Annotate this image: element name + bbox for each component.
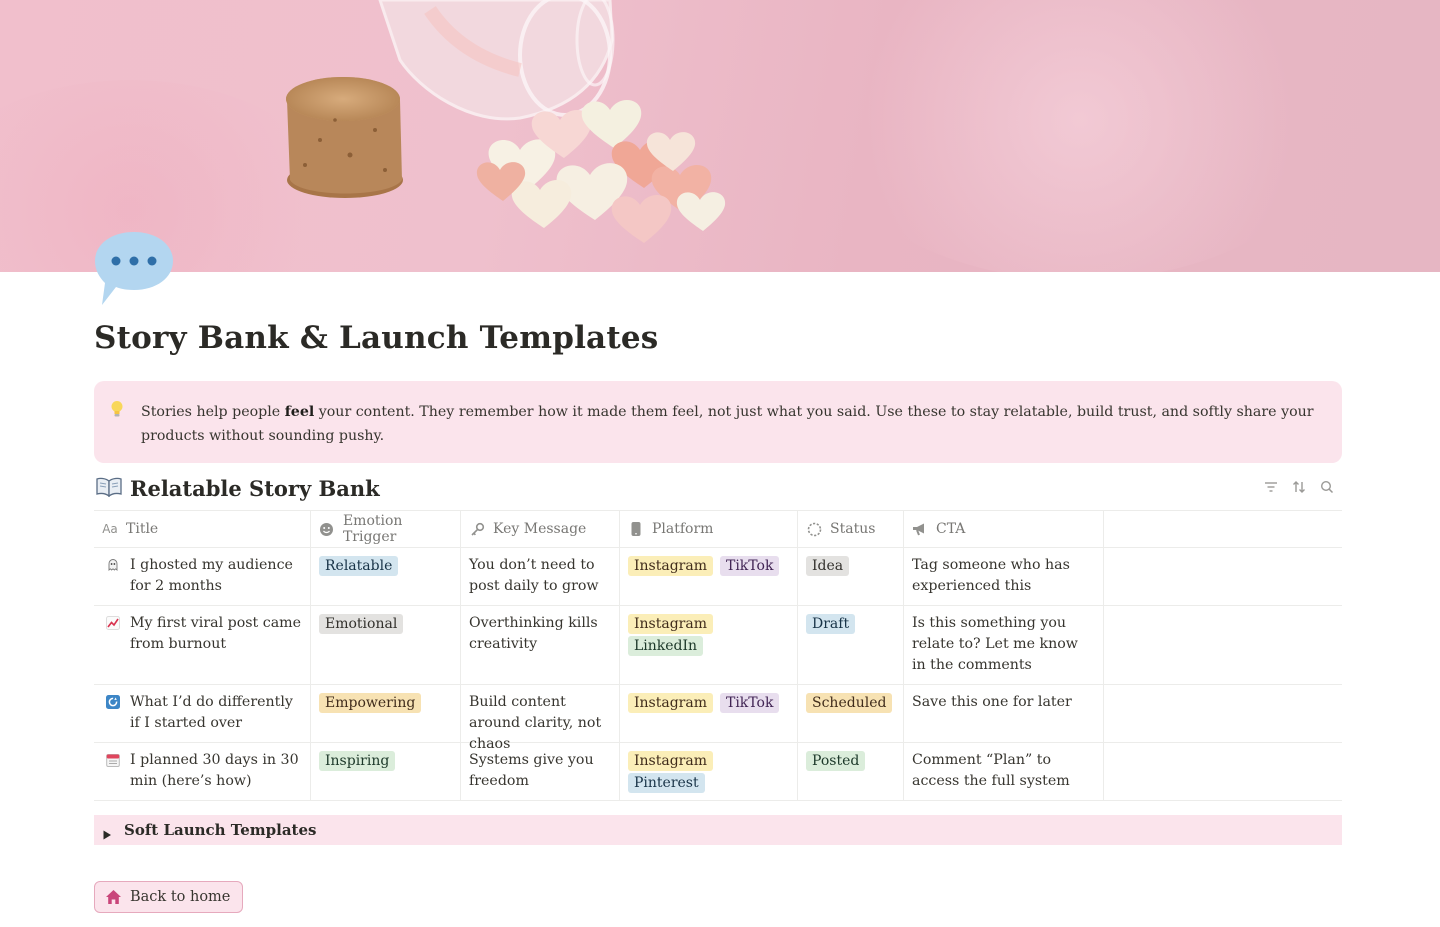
cell-cta[interactable]: Comment “Plan” to access the full system <box>904 743 1104 800</box>
search-icon[interactable] <box>1318 478 1336 496</box>
platform-tag: TikTok <box>719 556 780 576</box>
cell-key-message[interactable]: You don’t need to post daily to grow <box>461 548 620 605</box>
megaphone-icon <box>912 521 928 537</box>
cell-empty <box>1104 606 1342 684</box>
status-tag: Posted <box>806 751 866 771</box>
story-bank-table: Aa Title Emotion Trigger Key Message Pla… <box>94 510 1342 801</box>
cell-cta[interactable]: Tag someone who has experienced this <box>904 548 1104 605</box>
platform-tag: Instagram <box>628 556 713 576</box>
callout-text-part: Stories help people <box>141 404 285 420</box>
column-header-title[interactable]: Aa Title <box>94 511 311 547</box>
open-book-icon <box>96 477 124 499</box>
column-header-platform[interactable]: Platform <box>620 511 798 547</box>
cell-status[interactable]: Scheduled <box>798 685 904 742</box>
page-title: Story Bank & Launch Templates <box>94 320 659 356</box>
column-label: Platform <box>652 521 714 537</box>
table-row[interactable]: What I’d do differently if I started ove… <box>94 685 1342 752</box>
back-button-label: Back to home <box>130 889 231 905</box>
column-label: Status <box>830 521 876 537</box>
platform-tag: Pinterest <box>628 773 705 793</box>
emotion-tag: Inspiring <box>319 751 396 771</box>
cell-emotion[interactable]: Empowering <box>311 685 461 742</box>
column-label: CTA <box>936 521 966 537</box>
callout-bold-text: feel <box>284 404 315 420</box>
sort-icon[interactable] <box>1290 478 1308 496</box>
column-header-spacer <box>1104 511 1342 547</box>
row-title: My first viral post came from burnout <box>130 615 301 652</box>
column-label: Emotion Trigger <box>342 513 403 545</box>
cell-title[interactable]: I planned 30 days in 30 min (here’s how) <box>94 743 311 800</box>
emotion-tag: Emotional <box>319 614 404 634</box>
lightbulb-icon <box>110 400 124 418</box>
status-tag: Idea <box>806 556 850 576</box>
cell-platform[interactable]: Instagram TikTok <box>620 685 798 742</box>
column-header-status[interactable]: Status <box>798 511 904 547</box>
status-circle-icon <box>806 521 822 537</box>
calendar-icon <box>106 753 120 767</box>
platform-tag: Instagram <box>628 693 713 713</box>
key-icon <box>469 521 485 537</box>
cell-status[interactable]: Draft <box>798 606 904 684</box>
cell-status[interactable]: Posted <box>798 743 904 800</box>
back-to-home-button[interactable]: Back to home <box>94 881 244 913</box>
filter-icon[interactable] <box>1262 478 1280 496</box>
cell-key-message[interactable]: Build content around clarity, not chaos <box>461 685 620 752</box>
callout-text: Stories help people feel your content. T… <box>141 404 1314 444</box>
cell-cta[interactable]: Save this one for later <box>904 685 1104 742</box>
platform-tag: LinkedIn <box>628 636 704 656</box>
cell-empty <box>1104 548 1342 605</box>
cell-empty <box>1104 743 1342 800</box>
database-header: Relatable Story Bank <box>96 474 380 502</box>
table-row[interactable]: I planned 30 days in 30 min (here’s how)… <box>94 743 1342 801</box>
table-header: Aa Title Emotion Trigger Key Message Pla… <box>94 510 1342 548</box>
counterclockwise-arrows-icon <box>106 695 120 709</box>
cell-cta[interactable]: Is this something you relate to? Let me … <box>904 606 1104 684</box>
cell-platform[interactable]: InstagramLinkedIn <box>620 606 798 684</box>
platform-tag: TikTok <box>719 693 780 713</box>
database-toolbar <box>1262 478 1336 496</box>
ghost-icon <box>106 558 120 572</box>
cover-image <box>0 0 1440 272</box>
chart-increasing-icon <box>106 616 120 630</box>
table-row[interactable]: My first viral post came from burnout Em… <box>94 606 1342 685</box>
text-aa-icon: Aa <box>102 522 118 536</box>
emotion-tag: Empowering <box>319 693 422 713</box>
emotion-tag: Relatable <box>319 556 399 576</box>
toggle-label: Soft Launch Templates <box>124 821 317 839</box>
status-tag: Scheduled <box>806 693 893 713</box>
row-title: What I’d do differently if I started ove… <box>130 694 293 731</box>
column-label: Title <box>126 521 159 537</box>
cell-empty <box>1104 685 1342 742</box>
callout-text-part: your content. They remember how it made … <box>141 404 1314 444</box>
platform-tag: Instagram <box>628 614 713 634</box>
cell-title[interactable]: My first viral post came from burnout <box>94 606 311 684</box>
cell-emotion[interactable]: Emotional <box>311 606 461 684</box>
cell-key-message[interactable]: Systems give you freedom <box>461 743 620 800</box>
cell-title[interactable]: I ghosted my audience for 2 months <box>94 548 311 605</box>
smiley-icon <box>319 521 335 537</box>
speech-bubble-icon <box>94 230 176 310</box>
platform-tag: Instagram <box>628 751 713 771</box>
phone-icon <box>628 521 644 537</box>
cell-status[interactable]: Idea <box>798 548 904 605</box>
database-title[interactable]: Relatable Story Bank <box>130 476 380 501</box>
column-header-cta[interactable]: CTA <box>904 511 1104 547</box>
row-title: I ghosted my audience for 2 months <box>130 557 293 594</box>
table-row[interactable]: I ghosted my audience for 2 months Relat… <box>94 548 1342 606</box>
cell-emotion[interactable]: Inspiring <box>311 743 461 800</box>
house-icon <box>105 889 122 905</box>
triangle-right-icon[interactable] <box>102 825 112 840</box>
callout: Stories help people feel your content. T… <box>94 381 1342 463</box>
cell-platform[interactable]: InstagramPinterest <box>620 743 798 800</box>
column-header-key-message[interactable]: Key Message <box>461 511 620 547</box>
cell-emotion[interactable]: Relatable <box>311 548 461 605</box>
column-label: Key Message <box>493 521 587 537</box>
cell-title[interactable]: What I’d do differently if I started ove… <box>94 685 311 742</box>
soft-launch-toggle[interactable]: Soft Launch Templates <box>94 815 1342 845</box>
cell-platform[interactable]: Instagram TikTok <box>620 548 798 605</box>
row-title: I planned 30 days in 30 min (here’s how) <box>130 752 299 789</box>
column-header-emotion-trigger[interactable]: Emotion Trigger <box>311 511 461 547</box>
cell-key-message[interactable]: Overthinking kills creativity <box>461 606 620 684</box>
status-tag: Draft <box>806 614 856 634</box>
